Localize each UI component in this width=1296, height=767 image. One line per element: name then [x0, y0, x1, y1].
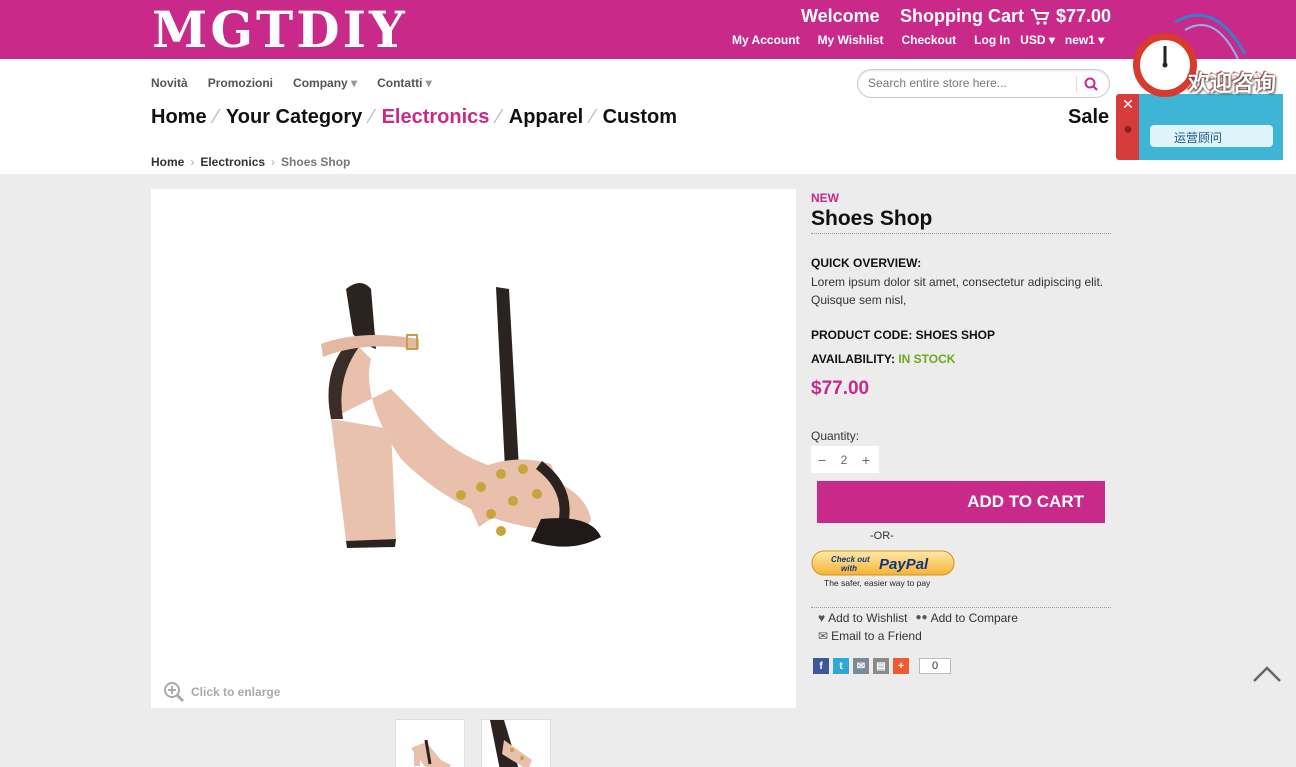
cart-icon [1031, 8, 1050, 25]
nav-sale[interactable]: Sale [1068, 106, 1109, 129]
paypal-logo-text: PayPal [879, 556, 929, 573]
divider [811, 607, 1111, 608]
shopping-cart-link[interactable]: Shopping Cart $77.00 [900, 6, 1111, 27]
header-bar: MGTDIY Welcome Shopping Cart $77.00 My A… [0, 0, 1296, 59]
search-box [857, 69, 1110, 98]
nav-company[interactable]: Company [293, 76, 357, 90]
quantity-stepper: − 2 + [811, 446, 879, 473]
paypal-checkout-button[interactable]: Check out with PayPal The safer, easier … [811, 549, 956, 589]
nav-separator: ⁄ [370, 106, 374, 128]
quick-overview-text: Lorem ipsum dolor sit amet, consectetur … [811, 275, 1104, 307]
chevron-right-icon: › [271, 155, 276, 169]
my-wishlist-link[interactable]: My Wishlist [818, 33, 884, 47]
share-count: 0 [919, 658, 951, 674]
cart-label: Shopping Cart [900, 6, 1024, 26]
product-price: $77.00 [811, 378, 870, 399]
availability-label: AVAILABILITY: [811, 352, 895, 366]
breadcrumb-home[interactable]: Home [151, 155, 184, 169]
search-icon[interactable] [1083, 76, 1101, 92]
nav-electronics[interactable]: Electronics [382, 106, 490, 129]
nav-separator: ⁄ [497, 106, 501, 128]
back-to-top-icon[interactable] [1252, 664, 1282, 684]
product-actions: ♥ Add to Wishlist ●● Add to Compare ✉ Em… [818, 609, 1018, 645]
my-account-link[interactable]: My Account [732, 33, 800, 47]
cart-total: $77.00 [1056, 6, 1112, 26]
heart-icon: ♥ [818, 611, 826, 625]
nav-separator: ⁄ [591, 106, 595, 128]
login-link[interactable]: Log In [974, 33, 1010, 47]
add-to-compare-label: Add to Compare [930, 611, 1018, 625]
chat-consultant-label: 运营顾问 [1174, 131, 1223, 145]
breadcrumb-current: Shoes Shop [281, 155, 351, 169]
welcome-text: Welcome [801, 6, 880, 26]
paw-icon: ● [1123, 121, 1133, 138]
compare-icon: ●● [915, 612, 928, 623]
addthis-plus-icon[interactable]: + [893, 658, 909, 674]
increase-button[interactable]: + [855, 452, 877, 468]
main-nav: Home ⁄ Your Category ⁄ Electronics ⁄ App… [151, 106, 677, 129]
nav-separator: ⁄ [214, 106, 218, 128]
nav-home[interactable]: Home [151, 106, 207, 129]
chat-consultant-button[interactable]: 运营顾问 [1150, 125, 1273, 147]
search-input[interactable] [868, 76, 1073, 90]
email-friend-label: Email to a Friend [831, 629, 922, 643]
click-to-enlarge-label: Click to enlarge [191, 685, 281, 699]
product-image-shoe [321, 283, 601, 548]
search-divider [1076, 76, 1077, 92]
new-badge: NEW [811, 191, 839, 205]
currency-select[interactable]: USD [1020, 33, 1055, 47]
store-select[interactable]: new1 [1065, 33, 1104, 47]
product-image-panel[interactable]: Click to enlarge [151, 189, 796, 708]
decrease-button[interactable]: − [811, 452, 833, 468]
chat-close-tab[interactable]: ✕ ● [1116, 94, 1140, 160]
zoom-icon [164, 682, 185, 703]
twitter-icon[interactable]: t [833, 658, 849, 674]
nav-contatti[interactable]: Contatti [377, 76, 432, 90]
availability-status: IN STOCK [898, 352, 956, 366]
site-logo[interactable]: MGTDIY [152, 4, 408, 56]
thumbnail-1[interactable] [395, 719, 465, 767]
add-to-wishlist-label: Add to Wishlist [828, 611, 908, 625]
paypal-line-1: Check out [831, 555, 870, 564]
nav-novita[interactable]: Novità [151, 76, 188, 90]
divider [811, 233, 1111, 234]
chevron-right-icon: › [190, 155, 195, 169]
nav-apparel[interactable]: Apparel [509, 106, 583, 129]
add-to-wishlist-link[interactable]: ♥ Add to Wishlist [818, 609, 907, 627]
quick-overview-label: QUICK OVERVIEW: [811, 256, 922, 270]
nav-your-category[interactable]: Your Category [226, 106, 362, 129]
secondary-nav: Novità Promozioni Company Contatti [151, 76, 432, 90]
share-bar: f t ✉ ▤ + 0 [813, 658, 951, 674]
breadcrumb-electronics[interactable]: Electronics [200, 155, 265, 169]
quantity-label: Quantity: [811, 429, 860, 443]
facebook-icon[interactable]: f [813, 658, 829, 674]
quantity-input[interactable]: 2 [833, 453, 855, 467]
thumbnail-2[interactable] [481, 719, 551, 767]
nav-promozioni[interactable]: Promozioni [208, 76, 273, 90]
add-to-compare-link[interactable]: ●● Add to Compare [915, 609, 1017, 627]
paypal-line-2: with [841, 564, 857, 573]
availability: AVAILABILITY: IN STOCK [811, 352, 955, 366]
nav-custom[interactable]: Custom [603, 106, 677, 129]
checkout-link[interactable]: Checkout [901, 33, 956, 47]
product-title: Shoes Shop [811, 207, 933, 230]
or-separator: -OR- [870, 530, 894, 542]
email-share-icon[interactable]: ✉ [853, 658, 869, 674]
envelope-icon: ✉ [818, 629, 829, 643]
click-to-enlarge[interactable]: Click to enlarge [163, 681, 280, 703]
add-to-cart-button[interactable]: ADD TO CART [817, 481, 1105, 523]
print-icon[interactable]: ▤ [873, 658, 889, 674]
paypal-tagline: The safer, easier way to pay [824, 578, 931, 588]
breadcrumb: Home › Electronics › Shoes Shop [151, 155, 350, 169]
email-friend-link[interactable]: ✉ Email to a Friend [818, 627, 922, 645]
arc-decoration [1174, 13, 1247, 60]
product-code: PRODUCT CODE: SHOES SHOP [811, 328, 996, 342]
chat-welcome-text: 欢迎咨询 [1188, 71, 1277, 96]
account-links: My Account My Wishlist Checkout Log In U… [732, 33, 1104, 47]
